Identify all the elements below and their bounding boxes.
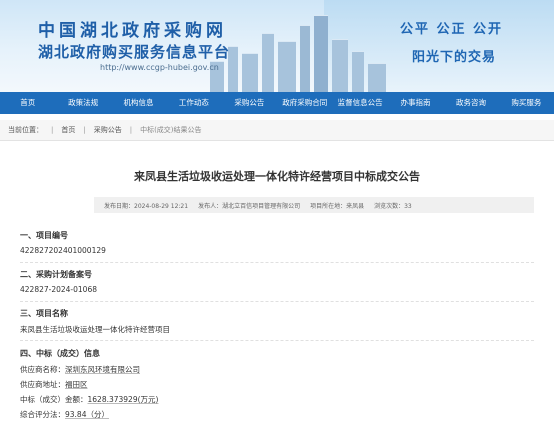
nav-item-news[interactable]: 工作动态 bbox=[166, 92, 221, 114]
bid-amount-label: 中标（成交）金额： bbox=[20, 395, 88, 404]
nav-item-agency[interactable]: 机构信息 bbox=[111, 92, 166, 114]
divider bbox=[20, 262, 534, 263]
site-title: 中国湖北政府采购网 bbox=[38, 21, 227, 41]
project-no-value: 422827202401000129 bbox=[20, 246, 106, 255]
slogan-line-1: 公平 公正 公开 bbox=[400, 22, 504, 37]
main-nav: 首页 政策法规 机构信息 工作动态 采购公告 政府采购合同 监督信息公告 办事指… bbox=[0, 92, 554, 114]
nav-item-policy[interactable]: 政策法规 bbox=[55, 92, 110, 114]
breadcrumb: 当前位置： | 首页 | 采购公告 | 中标(成交)结果公告 bbox=[0, 120, 554, 141]
nav-item-home[interactable]: 首页 bbox=[0, 92, 55, 114]
breadcrumb-current: 中标(成交)结果公告 bbox=[140, 126, 202, 134]
site-banner: 中国湖北政府采购网 湖北政府购买服务信息平台 http://www.ccgp-h… bbox=[0, 0, 554, 92]
project-region: 项目所在地：来凤县 bbox=[310, 202, 365, 210]
divider bbox=[20, 340, 534, 341]
section-winner-title: 四、中标（成交）信息 bbox=[20, 349, 100, 358]
supplier-name-row: 供应商名称：深圳东风环境有限公司 bbox=[20, 364, 140, 375]
nav-item-procurement[interactable]: 采购公告 bbox=[222, 92, 277, 114]
bid-amount-row: 中标（成交）金额：1628.373929(万元) bbox=[20, 394, 158, 405]
nav-item-services[interactable]: 购买服务 bbox=[499, 92, 554, 114]
section-project-name-title: 三、项目名称 bbox=[20, 309, 68, 318]
breadcrumb-separator: | bbox=[51, 126, 54, 134]
section-plan-no-title: 二、采购计划备案号 bbox=[20, 270, 92, 279]
breadcrumb-section-link[interactable]: 采购公告 bbox=[94, 125, 122, 135]
publish-time: 发布日期：2024-08-29 12:21 bbox=[104, 202, 189, 210]
slogan-line-2: 阳光下的交易 bbox=[412, 50, 497, 65]
site-subtitle: 湖北政府购买服务信息平台 bbox=[38, 43, 231, 61]
view-count: 浏览次数：33 bbox=[374, 202, 412, 210]
supplier-address-row: 供应商地址：福田区 bbox=[20, 379, 88, 390]
nav-item-supervision[interactable]: 监督信息公告 bbox=[332, 92, 387, 114]
project-name-value: 来凤县生活垃圾收运处理一体化特许经营项目 bbox=[20, 325, 170, 334]
divider bbox=[20, 301, 534, 302]
nav-item-guide[interactable]: 办事指南 bbox=[388, 92, 443, 114]
section-project-no-title: 一、项目编号 bbox=[20, 231, 68, 240]
score-row: 综合评分法：93.84（分） bbox=[20, 409, 109, 420]
score-label: 综合评分法： bbox=[20, 410, 65, 419]
supplier-name-label: 供应商名称： bbox=[20, 365, 65, 374]
announcement-title: 来凤县生活垃圾收运处理一体化特许经营项目中标成交公告 bbox=[134, 170, 420, 183]
bid-amount-value: 1628.373929(万元) bbox=[87, 395, 159, 404]
supplier-name-value: 深圳东风环境有限公司 bbox=[65, 365, 140, 374]
nav-item-consult[interactable]: 政务咨询 bbox=[443, 92, 498, 114]
breadcrumb-label: 当前位置： bbox=[8, 126, 43, 134]
site-url: http://www.ccgp-hubei.gov.cn bbox=[100, 63, 219, 72]
breadcrumb-home-link[interactable]: 首页 bbox=[61, 125, 75, 135]
announcement-meta-bar: 发布日期：2024-08-29 12:21 发布人：湖北立百信项目管理有限公司 … bbox=[94, 197, 534, 213]
breadcrumb-separator: | bbox=[129, 126, 133, 134]
nav-item-contracts[interactable]: 政府采购合同 bbox=[277, 92, 332, 114]
supplier-address-label: 供应商地址： bbox=[20, 380, 65, 389]
breadcrumb-separator: | bbox=[83, 126, 86, 134]
publisher: 发布人：湖北立百信项目管理有限公司 bbox=[198, 202, 301, 210]
score-value: 93.84（分） bbox=[65, 410, 109, 419]
plan-no-value: 422827-2024-01068 bbox=[20, 285, 97, 294]
supplier-address-value: 福田区 bbox=[65, 380, 88, 389]
